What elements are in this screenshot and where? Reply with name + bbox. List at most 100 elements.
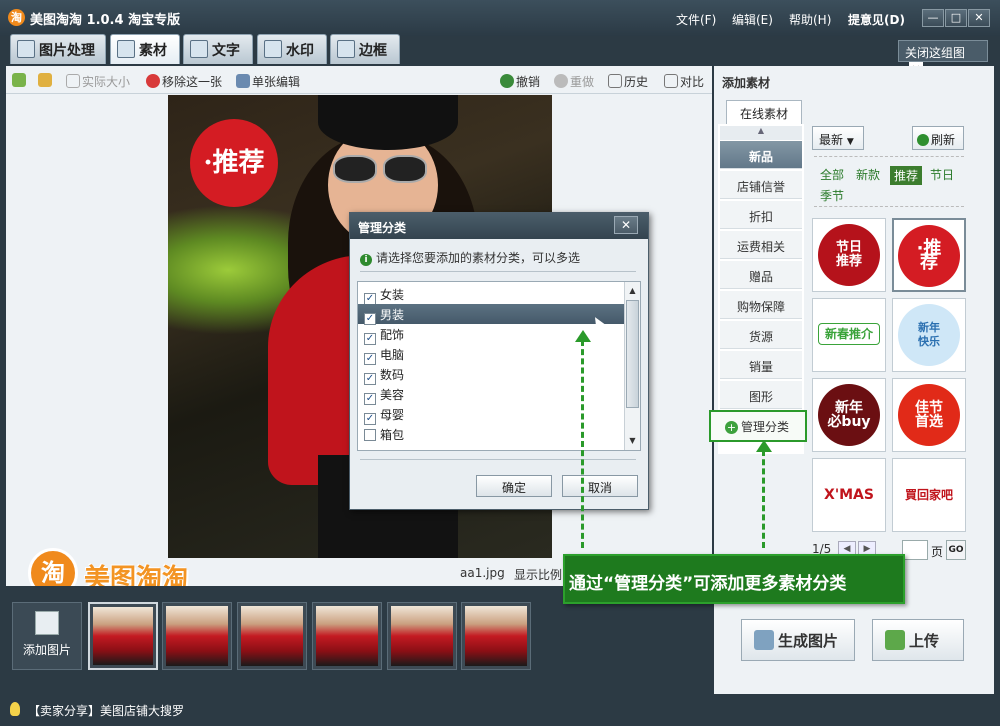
tab-label: 水印 bbox=[286, 43, 314, 59]
close-window-button[interactable]: ✕ bbox=[968, 9, 990, 27]
refresh-label: 刷新 bbox=[931, 133, 956, 147]
menu-feedback[interactable]: 提意见(D) bbox=[848, 11, 905, 28]
lightbulb-icon bbox=[10, 702, 20, 716]
info-icon: i bbox=[360, 254, 372, 266]
upload-button[interactable]: 上传 bbox=[872, 619, 964, 661]
checkbox-label: 美容 bbox=[380, 388, 405, 402]
scroll-thumb[interactable] bbox=[626, 300, 639, 408]
sticker-text: 買回家吧 bbox=[898, 464, 960, 526]
scroll-up-arrow[interactable]: ▲ bbox=[626, 284, 639, 298]
tab-watermark[interactable]: 水印 bbox=[257, 34, 327, 64]
upload-label: 上传 bbox=[909, 632, 940, 650]
compare-button[interactable]: 对比 bbox=[664, 73, 704, 90]
sticker-text: 新年 快乐 bbox=[898, 304, 960, 366]
category-shop-credit[interactable]: 店铺信誉 bbox=[720, 171, 802, 199]
menu-edit[interactable]: 编辑(E) bbox=[732, 11, 773, 28]
checkbox-item[interactable]: ✓ 美容 bbox=[358, 384, 624, 405]
cancel-button[interactable]: 取消 bbox=[562, 475, 638, 497]
thumbnail[interactable] bbox=[88, 602, 158, 670]
tab-text[interactable]: 文字 bbox=[183, 34, 253, 64]
thumbnail[interactable] bbox=[461, 602, 531, 670]
display-ratio[interactable]: 显示比例 bbox=[514, 566, 562, 583]
palette-icon bbox=[17, 40, 35, 58]
filter-festival[interactable]: 节日 bbox=[930, 166, 954, 183]
sticker-item[interactable]: 新春推介 bbox=[812, 298, 886, 372]
sticker-item[interactable]: 佳节 首选 bbox=[892, 378, 966, 452]
sticker-item[interactable]: 新年 必buy bbox=[812, 378, 886, 452]
undo-button[interactable]: 撤销 bbox=[500, 73, 540, 90]
tab-image-processing[interactable]: 图片处理 bbox=[10, 34, 106, 64]
sticker-item[interactable]: ·推 荐 bbox=[892, 218, 966, 292]
single-edit-button[interactable]: 单张编辑 bbox=[236, 73, 300, 90]
ok-button[interactable]: 确定 bbox=[476, 475, 552, 497]
category-discount[interactable]: 折扣 bbox=[720, 201, 802, 229]
checkbox-item[interactable]: ✓ 数码 bbox=[358, 364, 624, 385]
generate-image-button[interactable]: 生成图片 bbox=[741, 619, 855, 661]
annotation-callout: 通过“管理分类”可添加更多素材分类 bbox=[563, 554, 905, 604]
undo-icon bbox=[500, 74, 514, 88]
tab-online-materials[interactable]: 在线素材 bbox=[726, 100, 802, 124]
thumbnail[interactable] bbox=[237, 602, 307, 670]
annotation-arrow-line bbox=[762, 450, 765, 548]
refresh-button[interactable]: 刷新 bbox=[912, 126, 964, 150]
text-icon bbox=[190, 40, 208, 58]
close-image-label: 关闭这组图 bbox=[905, 46, 966, 60]
actual-size-button[interactable]: 实际大小 bbox=[66, 73, 130, 90]
menu-help[interactable]: 帮助(H) bbox=[789, 11, 831, 28]
category-supply[interactable]: 货源 bbox=[720, 321, 802, 349]
checkbox-item[interactable]: ✓ 女装 bbox=[358, 284, 624, 305]
upload-icon bbox=[885, 630, 905, 650]
actual-size-label: 实际大小 bbox=[82, 75, 131, 89]
checkbox-item[interactable]: ✓ 母婴 bbox=[358, 404, 624, 425]
sort-select[interactable]: 最新 ▼ bbox=[812, 126, 864, 150]
checkbox[interactable] bbox=[364, 429, 376, 441]
filter-new-style[interactable]: 新款 bbox=[856, 166, 880, 183]
close-image-group-button[interactable]: 关闭这组图× bbox=[898, 40, 988, 76]
remove-image-button[interactable]: 移除这一张 bbox=[146, 73, 222, 90]
history-button[interactable]: 历史 bbox=[608, 73, 648, 90]
category-new[interactable]: 新品 bbox=[720, 141, 802, 169]
filter-recommend[interactable]: 推荐 bbox=[890, 166, 923, 185]
sticker-item[interactable]: 新年 快乐 bbox=[892, 298, 966, 372]
manage-categories-button[interactable]: + 管理分类 bbox=[709, 410, 807, 442]
go-button[interactable]: GO bbox=[946, 540, 966, 560]
filter-season[interactable]: 季节 bbox=[820, 187, 844, 204]
sticker-item[interactable]: 買回家吧 bbox=[892, 458, 966, 532]
sticker-text: 节日 推荐 bbox=[818, 224, 880, 286]
thumbnail[interactable] bbox=[162, 602, 232, 670]
category-sales[interactable]: 销量 bbox=[720, 351, 802, 379]
add-image-button[interactable]: 添加图片 bbox=[12, 602, 82, 670]
compare-label: 对比 bbox=[680, 75, 705, 89]
maximize-button[interactable]: □ bbox=[945, 9, 967, 27]
category-scroll-up[interactable]: ▲ bbox=[720, 126, 802, 140]
frame-icon bbox=[337, 40, 355, 58]
sticker-item[interactable]: X'MAS bbox=[812, 458, 886, 532]
zoom-out-button[interactable] bbox=[38, 73, 54, 88]
filter-all[interactable]: 全部 bbox=[820, 166, 844, 183]
menu-file[interactable]: 文件(F) bbox=[676, 11, 716, 28]
category-shapes[interactable]: 图形 bbox=[720, 381, 802, 409]
zoom-out-icon bbox=[38, 73, 52, 87]
scroll-down-arrow[interactable]: ▼ bbox=[626, 434, 639, 448]
page-input[interactable] bbox=[902, 540, 928, 560]
app-title: 美图淘淘 1.0.4 淘宝专版 bbox=[30, 13, 181, 28]
tip-link[interactable]: 【卖家分享】美图店铺大搜罗 bbox=[28, 704, 184, 718]
remove-icon bbox=[146, 74, 160, 88]
recommend-badge[interactable]: ·推荐 bbox=[190, 119, 278, 207]
sticker-item[interactable]: 节日 推荐 bbox=[812, 218, 886, 292]
checkbox-label: 女装 bbox=[380, 288, 405, 302]
zoom-in-button[interactable] bbox=[12, 73, 28, 88]
checkbox-item[interactable]: ✓ 男装 bbox=[358, 304, 624, 325]
tab-frame[interactable]: 边框 bbox=[330, 34, 400, 64]
checkbox-item[interactable]: 箱包 bbox=[358, 424, 624, 444]
thumbnail[interactable] bbox=[387, 602, 457, 670]
category-gift[interactable]: 赠品 bbox=[720, 261, 802, 289]
minimize-button[interactable]: — bbox=[922, 9, 944, 27]
checkbox-item[interactable]: ✓ 电脑 bbox=[358, 344, 624, 365]
tab-materials[interactable]: 素材 bbox=[110, 34, 180, 64]
redo-button[interactable]: 重做 bbox=[554, 73, 594, 90]
dialog-close-button[interactable]: ✕ bbox=[614, 216, 638, 234]
thumbnail[interactable] bbox=[312, 602, 382, 670]
category-shipping[interactable]: 运费相关 bbox=[720, 231, 802, 259]
category-guarantee[interactable]: 购物保障 bbox=[720, 291, 802, 319]
